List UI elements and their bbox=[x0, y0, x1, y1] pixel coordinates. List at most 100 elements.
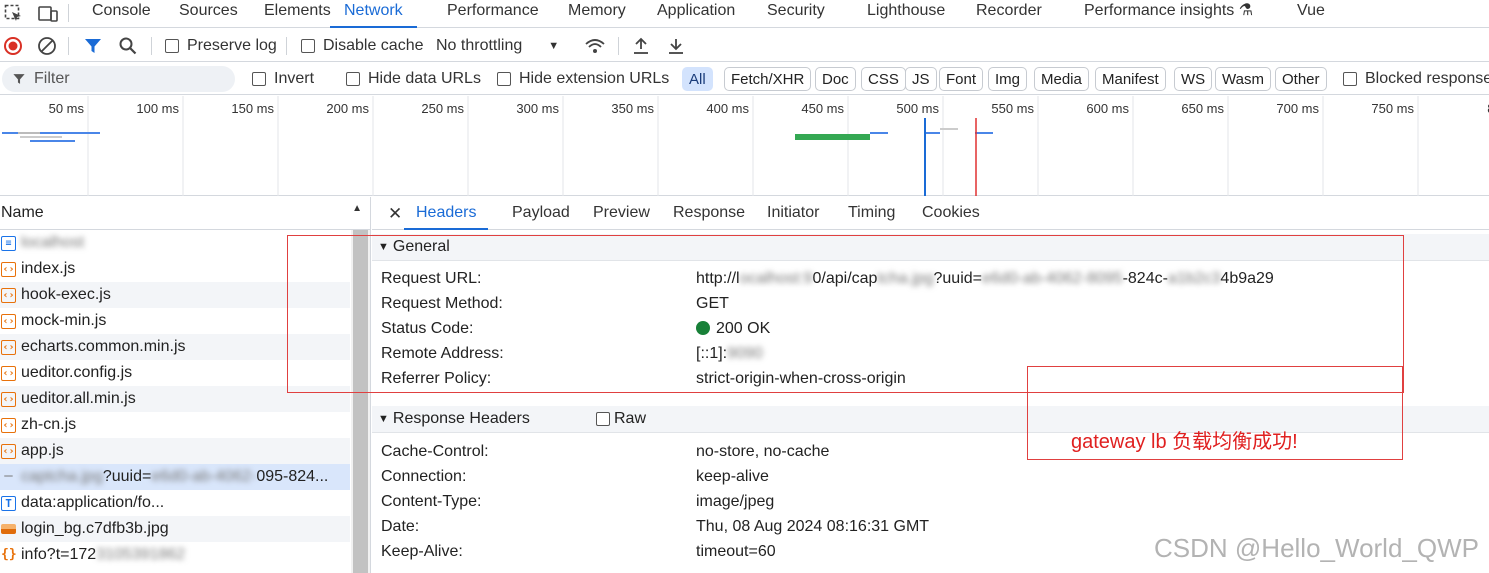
type-filter-all[interactable]: All bbox=[682, 67, 713, 91]
script-icon: ‹› bbox=[1, 417, 16, 433]
clear-button[interactable] bbox=[37, 29, 57, 62]
type-filter-img[interactable]: Img bbox=[988, 67, 1028, 91]
document-icon: ≡ bbox=[1, 235, 16, 251]
request-name: app.js bbox=[21, 442, 64, 459]
device-toolbar-icon[interactable] bbox=[38, 4, 58, 24]
tab-elements[interactable]: Elements bbox=[264, 0, 331, 28]
request-row[interactable]: ‹› zh-cn.js bbox=[0, 412, 350, 438]
type-filter-ws[interactable]: WS bbox=[1174, 67, 1213, 91]
type-filter-font[interactable]: Font bbox=[939, 67, 984, 91]
tab-recorder[interactable]: Recorder bbox=[976, 0, 1042, 28]
blocked-response-checkbox[interactable]: Blocked response bbox=[1343, 63, 1489, 95]
throttling-value: No throttling bbox=[436, 36, 523, 54]
timeline-svg: 50 ms 100 ms 150 ms 200 ms 250 ms 300 ms 350 m… bbox=[2, 96, 1489, 196]
header-key: Connection: bbox=[381, 468, 467, 485]
script-icon: ‹› bbox=[1, 339, 16, 355]
funnel-icon bbox=[13, 74, 25, 84]
tab-headers[interactable]: Headers bbox=[404, 197, 489, 230]
header-value: image/jpeg bbox=[696, 493, 775, 510]
type-filter-doc[interactable]: Doc bbox=[815, 67, 856, 91]
type-filter-fetch-xhr[interactable]: Fetch/XHR bbox=[724, 67, 812, 91]
search-button[interactable] bbox=[118, 29, 138, 62]
disable-cache-label: Disable cache bbox=[323, 36, 424, 54]
timeline-request-bar bbox=[30, 140, 75, 142]
timeline-request-bar bbox=[870, 132, 888, 134]
close-icon[interactable]: ✕ bbox=[388, 204, 402, 224]
filter-input[interactable]: Filter bbox=[2, 66, 235, 92]
type-filter-media[interactable]: Media bbox=[1034, 67, 1089, 91]
request-name: mock-min.js bbox=[21, 312, 107, 329]
tab-sources[interactable]: Sources bbox=[179, 0, 238, 28]
record-button[interactable] bbox=[3, 29, 23, 62]
triangle-down-icon: ▼ bbox=[378, 413, 389, 425]
tab-application[interactable]: Application bbox=[657, 0, 735, 28]
request-name: ueditor.config.js bbox=[21, 364, 133, 381]
tab-performance[interactable]: Performance bbox=[447, 0, 539, 28]
checkbox-box bbox=[596, 412, 610, 426]
download-icon bbox=[669, 38, 683, 54]
dash-icon: — bbox=[4, 467, 13, 484]
tab-initiator[interactable]: Initiator bbox=[767, 197, 819, 230]
header-key: Date: bbox=[381, 518, 420, 535]
tab-console[interactable]: Console bbox=[92, 0, 151, 28]
hide-data-urls-checkbox[interactable]: Hide data URLs bbox=[346, 63, 481, 95]
disable-cache-checkbox[interactable]: Disable cache bbox=[301, 29, 424, 62]
inspect-element-icon[interactable] bbox=[4, 4, 24, 24]
timeline-tick-label: 400 ms bbox=[706, 101, 749, 116]
script-icon: ‹› bbox=[1, 365, 16, 381]
name-column-header[interactable]: Name ▲ bbox=[0, 197, 370, 230]
script-icon: ‹› bbox=[1, 391, 16, 407]
timeline-tick-label: 600 ms bbox=[1086, 101, 1129, 116]
network-conditions-button[interactable] bbox=[584, 29, 606, 62]
preserve-log-label: Preserve log bbox=[187, 36, 277, 54]
request-name-blurred: e6d0-ab-4062- bbox=[151, 468, 257, 485]
filter-placeholder: Filter bbox=[34, 70, 70, 87]
type-filter-wasm[interactable]: Wasm bbox=[1215, 67, 1271, 91]
raw-checkbox[interactable]: Raw bbox=[596, 410, 646, 428]
wifi-settings-icon bbox=[585, 38, 605, 53]
hide-extension-urls-label: Hide extension URLs bbox=[519, 70, 670, 87]
request-row[interactable]: login_bg.c7dfb3b.jpg bbox=[0, 516, 350, 542]
request-row[interactable]: ‹› app.js bbox=[0, 438, 350, 464]
record-icon bbox=[4, 36, 22, 55]
invert-checkbox[interactable]: Invert bbox=[252, 63, 314, 95]
import-har-button[interactable] bbox=[631, 29, 651, 62]
tab-timing[interactable]: Timing bbox=[848, 197, 895, 230]
hide-extension-urls-checkbox[interactable]: Hide extension URLs bbox=[497, 63, 669, 95]
tab-memory[interactable]: Memory bbox=[568, 0, 626, 28]
checkbox-box bbox=[301, 38, 315, 53]
tab-payload[interactable]: Payload bbox=[512, 197, 570, 230]
request-name: zh-cn.js bbox=[21, 416, 77, 433]
request-row-selected[interactable]: — captcha.jpg ?uuid= e6d0-ab-4062- 095-824..… bbox=[0, 464, 350, 490]
timeline-tick-label: 550 ms bbox=[991, 101, 1034, 116]
tab-performance-insights[interactable]: Performance insights ⚗ bbox=[1084, 0, 1253, 28]
tab-response[interactable]: Response bbox=[673, 197, 745, 230]
clear-icon bbox=[38, 36, 56, 55]
tab-security[interactable]: Security bbox=[767, 0, 825, 28]
request-row[interactable]: Tdata:application/fo... bbox=[0, 490, 350, 516]
filter-toggle-button[interactable] bbox=[83, 29, 103, 62]
flask-icon: ⚗ bbox=[1238, 2, 1254, 19]
export-har-button[interactable] bbox=[666, 29, 686, 62]
tab-preview[interactable]: Preview bbox=[593, 197, 650, 230]
image-icon bbox=[1, 524, 16, 534]
timeline-tick-label: 300 ms bbox=[516, 101, 559, 116]
tab-cookies[interactable]: Cookies bbox=[922, 197, 980, 230]
request-name-tail: 095-824... bbox=[256, 468, 329, 485]
tab-lighthouse[interactable]: Lighthouse bbox=[867, 0, 945, 28]
type-filter-other[interactable]: Other bbox=[1275, 67, 1327, 91]
tab-network[interactable]: Network bbox=[330, 0, 417, 28]
header-key: Cache-Control: bbox=[381, 443, 489, 460]
text-icon: T bbox=[1, 495, 16, 511]
type-filter-js[interactable]: JS bbox=[905, 67, 937, 91]
network-overview-timeline[interactable]: 50 ms 100 ms 150 ms 200 ms 250 ms 300 ms 350 m… bbox=[0, 96, 1489, 196]
timeline-tick-label: 700 ms bbox=[1276, 101, 1319, 116]
request-row[interactable]: {} info?t=172 3105391862 bbox=[0, 542, 350, 568]
type-filter-css[interactable]: CSS bbox=[861, 67, 906, 91]
throttling-select[interactable]: No throttling ▼ bbox=[436, 29, 559, 62]
preserve-log-checkbox[interactable]: Preserve log bbox=[165, 29, 277, 62]
tab-vue[interactable]: Vue bbox=[1297, 0, 1325, 28]
request-name-query: ?uuid= bbox=[102, 468, 152, 485]
type-filter-manifest[interactable]: Manifest bbox=[1095, 67, 1166, 91]
timeline-tick-label: 50 ms bbox=[49, 101, 85, 116]
